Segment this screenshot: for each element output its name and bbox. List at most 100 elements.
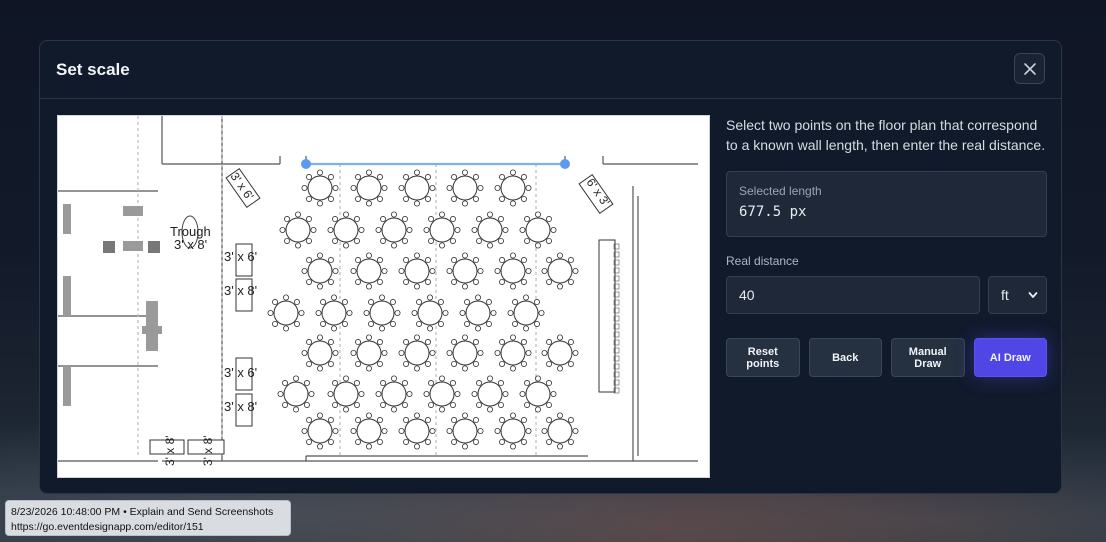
chair: [306, 438, 313, 445]
round-table: [327, 211, 365, 249]
round-table-top: [477, 381, 503, 407]
chair: [446, 427, 453, 434]
chair: [365, 365, 372, 372]
round-table: [446, 334, 484, 372]
chair: [567, 339, 574, 346]
chair: [398, 349, 405, 356]
round-table-top: [547, 258, 573, 284]
chair: [438, 211, 445, 218]
ai-draw-button[interactable]: AI Draw: [973, 338, 1047, 377]
round-table: [471, 211, 509, 249]
chair: [507, 309, 514, 316]
back-button[interactable]: Back: [808, 338, 882, 377]
round-table-top: [356, 175, 382, 201]
tooltip-line-2: https://go.eventdesignapp.com/editor/151: [11, 521, 204, 533]
reset-points-button[interactable]: Reset points: [726, 338, 800, 377]
close-button[interactable]: [1014, 53, 1045, 84]
round-table-top: [333, 381, 359, 407]
round-table-top: [452, 258, 478, 284]
chair: [350, 185, 357, 192]
chair: [376, 257, 383, 264]
chair: [330, 294, 337, 301]
round-table: [301, 412, 339, 450]
chair: [413, 200, 420, 207]
chair: [451, 195, 458, 202]
chair: [546, 278, 553, 285]
chair: [494, 267, 501, 274]
real-distance-input[interactable]: [726, 276, 980, 314]
chair: [390, 406, 397, 413]
round-table-top: [307, 340, 333, 366]
floor-plan-canvas[interactable]: Trough 3' x 8' 3' x 6' 3' x 8' 3' x 6' 3…: [57, 115, 710, 478]
chair: [332, 216, 339, 223]
chair: [520, 417, 527, 424]
chair: [449, 237, 456, 244]
chair: [556, 443, 563, 450]
chair: [546, 257, 553, 264]
chair: [272, 299, 279, 306]
chair: [332, 237, 339, 244]
chair: [316, 412, 323, 419]
chair: [446, 349, 453, 356]
chair: [403, 438, 410, 445]
chair: [567, 360, 574, 367]
scale-point-end[interactable]: [560, 159, 570, 169]
table-label-3x6-b: 3' x 6': [224, 365, 257, 380]
round-table-top: [477, 217, 503, 243]
chair: [512, 320, 519, 327]
chair: [282, 325, 289, 332]
round-table: [350, 252, 388, 290]
unit-select[interactable]: ft: [988, 276, 1047, 314]
chair: [509, 443, 516, 450]
chair: [509, 412, 516, 419]
table-label-3x8-vert-b: 3' x 8': [201, 435, 215, 466]
chair: [381, 267, 388, 274]
chair: [546, 339, 553, 346]
round-table-top: [404, 258, 430, 284]
chair: [494, 427, 501, 434]
chair: [332, 185, 339, 192]
chair: [474, 325, 481, 332]
chair: [284, 216, 291, 223]
round-table: [350, 412, 388, 450]
chair: [406, 227, 413, 234]
round-table-top: [381, 381, 407, 407]
chair: [298, 309, 305, 316]
round-table-top: [273, 300, 299, 326]
chair: [353, 216, 360, 223]
chair: [524, 401, 531, 408]
chair: [533, 320, 540, 327]
chair: [522, 325, 529, 332]
manual-draw-button[interactable]: Manual Draw: [891, 338, 965, 377]
chair: [449, 380, 456, 387]
chair: [499, 417, 506, 424]
chair: [401, 380, 408, 387]
chair: [306, 195, 313, 202]
chair: [556, 252, 563, 259]
real-distance-label: Real distance: [726, 254, 799, 268]
chair: [303, 401, 310, 408]
chair: [437, 299, 444, 306]
round-table: [471, 375, 509, 413]
chair: [316, 334, 323, 341]
round-table-top: [429, 381, 455, 407]
chair: [363, 309, 370, 316]
chair: [389, 299, 396, 306]
chair: [413, 283, 420, 290]
floor-plan-drawing[interactable]: Trough 3' x 8' 3' x 6' 3' x 8' 3' x 6' 3…: [58, 116, 709, 477]
chair: [499, 438, 506, 445]
scale-point-start[interactable]: [301, 159, 311, 169]
chair: [327, 360, 334, 367]
chair: [520, 360, 527, 367]
chair: [305, 216, 312, 223]
table-label-3x8-b: 3' x 8': [224, 399, 257, 414]
chair: [306, 360, 313, 367]
round-table-top: [452, 418, 478, 444]
chair: [545, 237, 552, 244]
chair: [509, 334, 516, 341]
chair: [365, 169, 372, 176]
chair: [461, 200, 468, 207]
chair: [486, 242, 493, 249]
chair: [477, 185, 484, 192]
round-table: [315, 294, 353, 332]
